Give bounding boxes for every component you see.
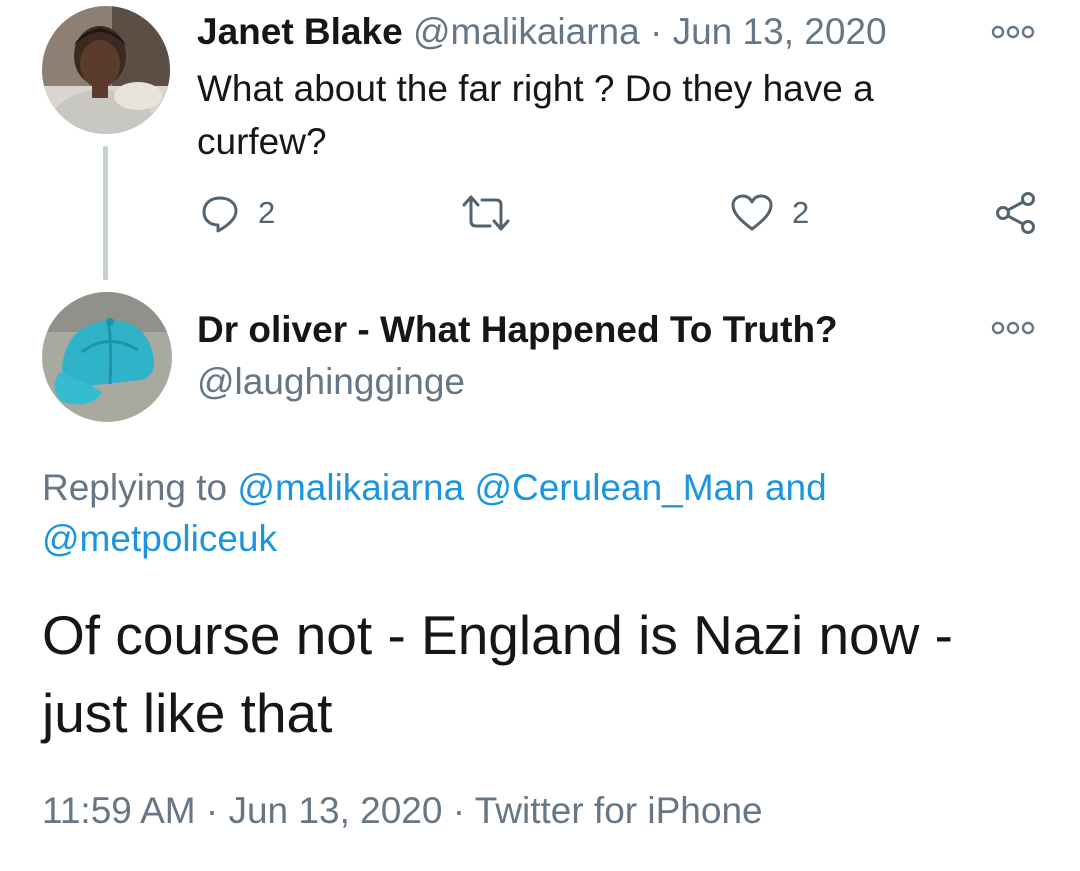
tweet-date[interactable]: Jun 13, 2020	[228, 790, 442, 831]
parent-author-name[interactable]: Janet Blake	[197, 11, 403, 52]
main-author-handle[interactable]: @laughingginge	[197, 358, 465, 406]
like-icon	[730, 193, 774, 233]
main-tweet-text: Of course not - England is Nazi now - ju…	[42, 604, 953, 744]
thread-connector-line	[103, 146, 108, 280]
retweet-button[interactable]	[460, 190, 530, 236]
parent-author-handle[interactable]: @malikaiarna	[413, 11, 640, 52]
mention-link[interactable]: @malikaiarna	[237, 467, 464, 508]
share-icon	[994, 191, 1038, 235]
reply-count: 2	[258, 195, 276, 230]
meta-separator: ·	[452, 790, 466, 831]
tweet-time[interactable]: 11:59 AM	[42, 790, 196, 831]
reply-button[interactable]: 2	[200, 190, 275, 236]
replying-to: Replying to @malikaiarna @Cerulean_Man a…	[42, 462, 1042, 564]
parent-tweet-date[interactable]: Jun 13, 2020	[673, 11, 887, 52]
like-button[interactable]: 2	[730, 190, 809, 236]
parent-tweet-header: Janet Blake @malikaiarna · Jun 13, 2020	[197, 8, 887, 56]
reply-icon	[200, 193, 240, 233]
mention-link[interactable]: @Cerulean_Man	[474, 467, 754, 508]
replying-joiner[interactable]: and	[765, 467, 827, 508]
retweet-icon	[460, 193, 512, 233]
parent-tweet-text: What about the far right ? Do they have …	[197, 68, 874, 162]
main-author-avatar[interactable]	[42, 292, 172, 422]
more-options-icon[interactable]	[990, 24, 1036, 40]
tweet-metadata: 11:59 AM · Jun 13, 2020 · Twitter for iP…	[42, 786, 763, 836]
mention-link[interactable]: @metpoliceuk	[42, 518, 277, 559]
main-author-name[interactable]: Dr oliver - What Happened To Truth?	[197, 306, 838, 354]
tweet-thread: Janet Blake @malikaiarna · Jun 13, 2020 …	[0, 0, 1080, 871]
header-separator: ·	[650, 11, 663, 52]
more-options-icon[interactable]	[990, 320, 1036, 336]
replying-prefix: Replying to	[42, 467, 228, 508]
parent-author-avatar[interactable]	[42, 6, 170, 134]
like-count: 2	[792, 195, 810, 230]
share-button[interactable]	[994, 190, 1038, 236]
meta-separator: ·	[205, 790, 219, 831]
tweet-source: Twitter for iPhone	[474, 790, 763, 831]
